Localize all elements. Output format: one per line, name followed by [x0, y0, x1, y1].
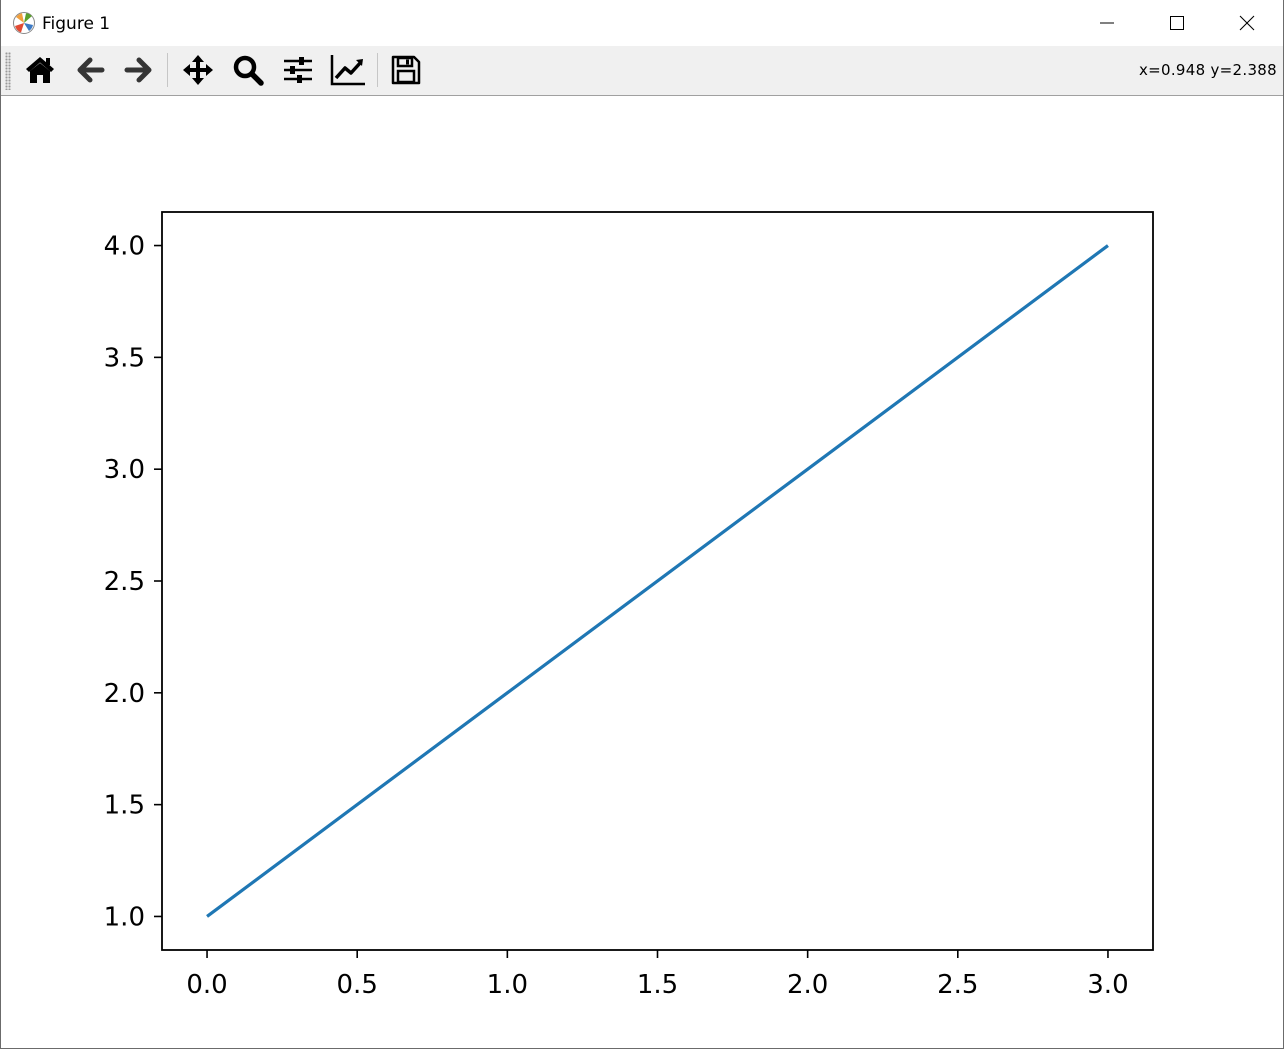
pan-move-icon [183, 55, 213, 85]
forward-button[interactable] [119, 50, 159, 90]
close-icon [1239, 15, 1255, 31]
toolbar-separator [167, 53, 168, 87]
forward-arrow-icon [124, 57, 152, 83]
toolbar-grip[interactable] [5, 52, 11, 90]
edit-axes-button[interactable] [328, 50, 368, 90]
y-tick-label: 1.5 [104, 791, 145, 821]
x-tick-label: 1.5 [637, 970, 678, 1000]
pan-button[interactable] [178, 50, 218, 90]
save-floppy-icon [391, 55, 421, 85]
maximize-button[interactable] [1142, 0, 1212, 46]
title-bar[interactable]: Figure 1 [1, 0, 1283, 46]
configure-subplots-button[interactable] [278, 50, 318, 90]
y-axis: 1.0 1.5 2.0 2.5 3.0 3.5 4.0 [104, 232, 162, 932]
y-tick-label: 2.0 [104, 679, 145, 709]
zoom-button[interactable] [228, 50, 268, 90]
save-button[interactable] [386, 50, 426, 90]
figure-window: Figure 1 x=0.948 y=2.388 0.0 0.5 1.0 1.5… [0, 0, 1284, 1049]
window-title: Figure 1 [42, 14, 111, 34]
matplotlib-logo-icon [13, 12, 35, 34]
y-tick-label: 4.0 [104, 232, 145, 262]
y-tick-label: 2.5 [104, 567, 145, 597]
zoom-magnifier-icon [233, 55, 264, 86]
home-button[interactable] [20, 50, 60, 90]
figure-canvas[interactable]: 0.0 0.5 1.0 1.5 2.0 2.5 3.0 1.0 1.5 2.0 2.5 3.0 3.5… [1, 96, 1283, 1048]
maximize-icon [1170, 16, 1184, 30]
home-icon [26, 57, 54, 83]
y-tick-label: 1.0 [104, 902, 145, 932]
navigation-toolbar: x=0.948 y=2.388 [1, 46, 1283, 96]
minimize-icon [1100, 22, 1114, 24]
x-tick-label: 2.0 [787, 970, 828, 1000]
x-tick-label: 0.0 [186, 970, 227, 1000]
subplots-sliders-icon [284, 57, 312, 83]
x-tick-label: 1.0 [487, 970, 528, 1000]
x-tick-label: 0.5 [337, 970, 378, 1000]
x-tick-label: 3.0 [1087, 970, 1128, 1000]
x-axis: 0.0 0.5 1.0 1.5 2.0 2.5 3.0 [186, 950, 1129, 1000]
y-tick-label: 3.0 [104, 455, 145, 485]
toolbar-separator [377, 53, 378, 87]
cursor-coordinates: x=0.948 y=2.388 [1138, 61, 1277, 79]
back-arrow-icon [77, 57, 105, 83]
x-tick-label: 2.5 [937, 970, 978, 1000]
y-tick-label: 3.5 [104, 343, 145, 373]
back-button[interactable] [70, 50, 110, 90]
close-button[interactable] [1212, 0, 1282, 46]
minimize-button[interactable] [1072, 0, 1142, 46]
edit-axes-curve-icon [330, 55, 365, 86]
